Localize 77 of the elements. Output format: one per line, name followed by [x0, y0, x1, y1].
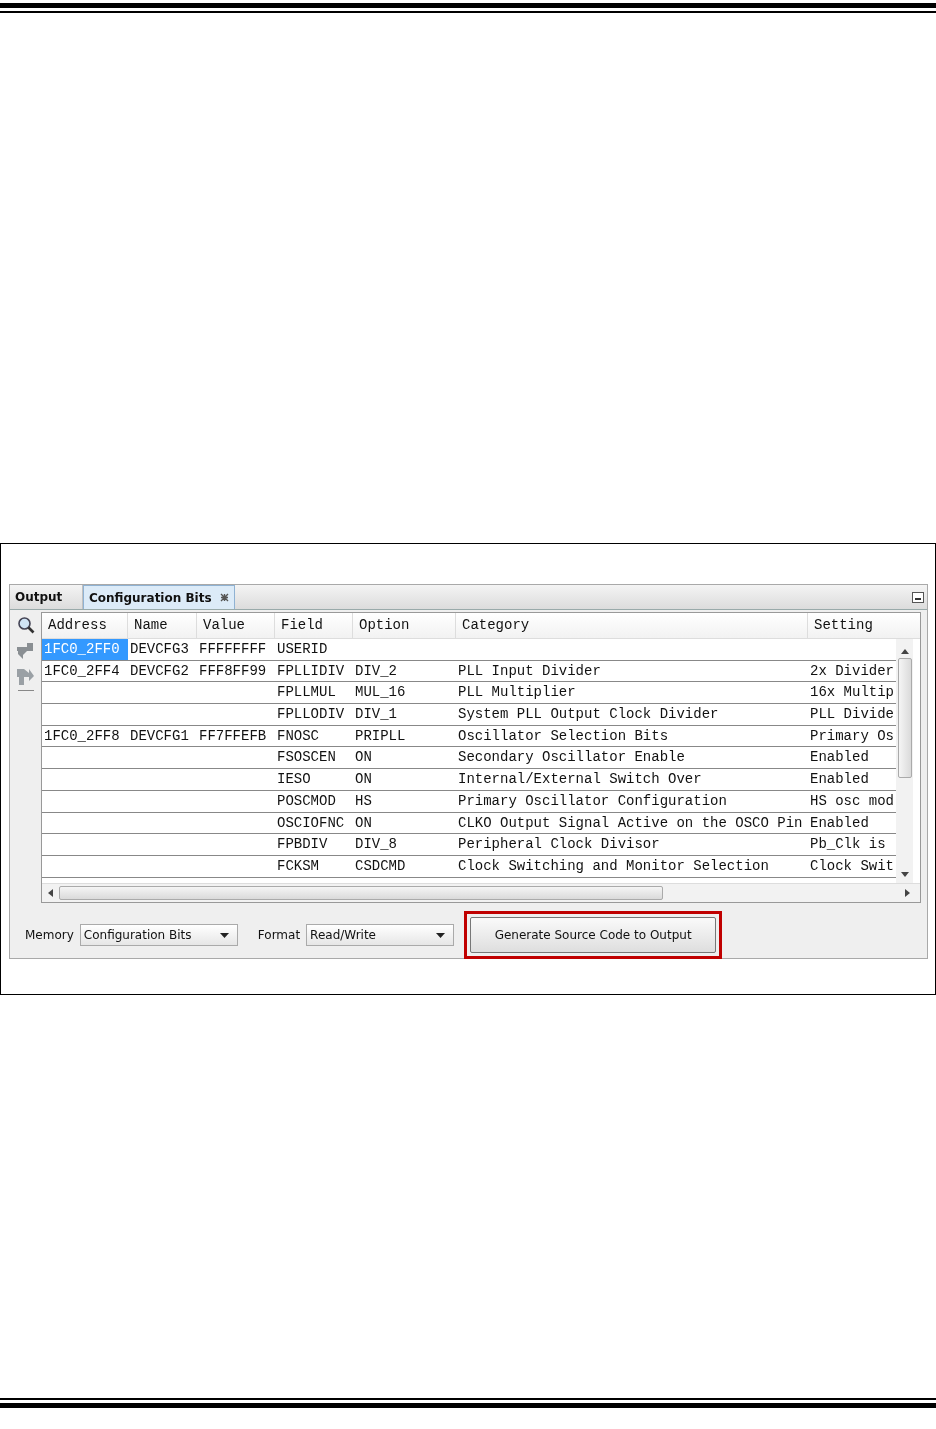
table-cell-text: FFF8FF99 [198, 661, 268, 681]
horizontal-scrollbar[interactable] [42, 883, 920, 902]
table-cell-text: DEVCFG1 [129, 726, 190, 746]
table-cell-text: HS [354, 791, 373, 811]
table-cell-text: ON [354, 770, 373, 790]
field-label: Memory [25, 928, 74, 942]
table-cell-text: Oscillator Selection Bits [457, 726, 670, 746]
table-cell-text: FNOSC [276, 726, 320, 746]
column-header[interactable]: Setting [808, 613, 896, 638]
table-cell-text: PLL Multiplier [457, 683, 577, 703]
column-header[interactable]: Option [353, 613, 456, 638]
scroll-left-icon[interactable] [48, 889, 53, 897]
close-icon[interactable] [219, 593, 229, 602]
table-cell-text: FPLLODIV [276, 705, 346, 725]
table-cell-text: USERID [276, 640, 329, 659]
table-cell-text: Enabled [809, 813, 870, 833]
table-cell-text: DIV_8 [354, 835, 398, 855]
table-cell-text: 16x Multip [809, 683, 895, 703]
column-header[interactable]: Name [128, 613, 197, 638]
table-cell-text: FSOSCEN [276, 748, 337, 768]
table-cell-text: Enabled [809, 770, 870, 790]
vertical-scrollbar[interactable] [896, 639, 913, 883]
table-cell-text: Internal/External Switch Over [457, 770, 703, 790]
table-cell-text: 1FC0_2FF4 [43, 661, 121, 681]
table-cell-text: FPLLMUL [276, 683, 337, 703]
table-cell-text: POSCMOD [276, 791, 337, 811]
table-cell-text: ON [354, 813, 373, 833]
magnifier-icon[interactable] [17, 616, 35, 634]
table-cell-text: DIV_2 [354, 661, 398, 681]
table-cell-text: FF7FFEFB [198, 726, 268, 746]
tab[interactable]: Configuration Bits [83, 585, 235, 609]
scroll-right-icon[interactable] [905, 889, 910, 897]
table-cell-text: PRIPLL [354, 726, 407, 746]
table-cell-text: CLKO Output Signal Active on the OSCO Pin [457, 813, 804, 833]
table-cell-text: PLL Divide [809, 705, 895, 725]
column-header[interactable]: Category [456, 613, 808, 638]
table-cell-text: Primary Oscillator Configuration [457, 791, 728, 811]
table-cell-text: Secondary Oscillator Enable [457, 748, 686, 768]
scroll-up-icon[interactable] [900, 649, 909, 654]
table-cell-text: DEVCFG2 [129, 661, 190, 681]
table-cell-text: MUL_16 [354, 683, 407, 703]
table-cell-text: FCKSM [276, 856, 320, 876]
table-cell-text: ON [354, 748, 373, 768]
table-cell-text: HS osc mod [809, 791, 895, 811]
scroll-down-icon[interactable] [900, 872, 909, 877]
table-cell-text: 1FC0_2FF8 [43, 726, 121, 746]
column-header[interactable]: Address [42, 613, 128, 638]
table-cell-text: FPBDIV [276, 835, 329, 855]
table-cell-text: FFFFFFFF [198, 640, 268, 659]
table-cell-text: IESO [276, 770, 312, 790]
arrow-down-icon[interactable] [16, 642, 36, 660]
table-cell-text: 2x Divider [809, 661, 895, 681]
table-cell-text: Clock Swit [809, 856, 895, 876]
caret-icon [219, 932, 229, 938]
minimize-icon[interactable] [912, 591, 924, 603]
table-cell-text: CSDCMD [354, 856, 407, 876]
column-header[interactable]: Field [275, 613, 353, 638]
dropdown[interactable]: Read/Write [306, 924, 455, 946]
table-cell-text: FPLLIDIV [276, 661, 346, 681]
table-cell: 1FC0_2FF0 [42, 639, 128, 660]
caret-icon [436, 932, 446, 938]
table-cell-text: OSCIOFNC [276, 813, 346, 833]
table-cell-text: DIV_1 [354, 705, 398, 725]
table-cell-text: System PLL Output Clock Divider [457, 705, 720, 725]
scroll-thumb[interactable] [897, 658, 912, 778]
field-label: Format [257, 928, 301, 942]
table-cell-text: Enabled [809, 748, 870, 768]
dropdown[interactable]: Configuration Bits [79, 924, 238, 946]
table-cell-text: DEVCFG3 [129, 640, 190, 659]
table-cell-text: PLL Input Divider [457, 661, 602, 681]
table-cell-text: Peripheral Clock Divisor [457, 835, 661, 855]
table-cell-text: Primary Os [809, 726, 895, 746]
table-cell-text: Pb_Clk is [809, 835, 887, 855]
scroll-thumb[interactable] [59, 886, 663, 900]
table-cell-text: Clock Switching and Monitor Selection [457, 856, 770, 876]
column-header[interactable]: Value [197, 613, 275, 638]
generate-button[interactable]: Generate Source Code to Output [470, 917, 717, 953]
